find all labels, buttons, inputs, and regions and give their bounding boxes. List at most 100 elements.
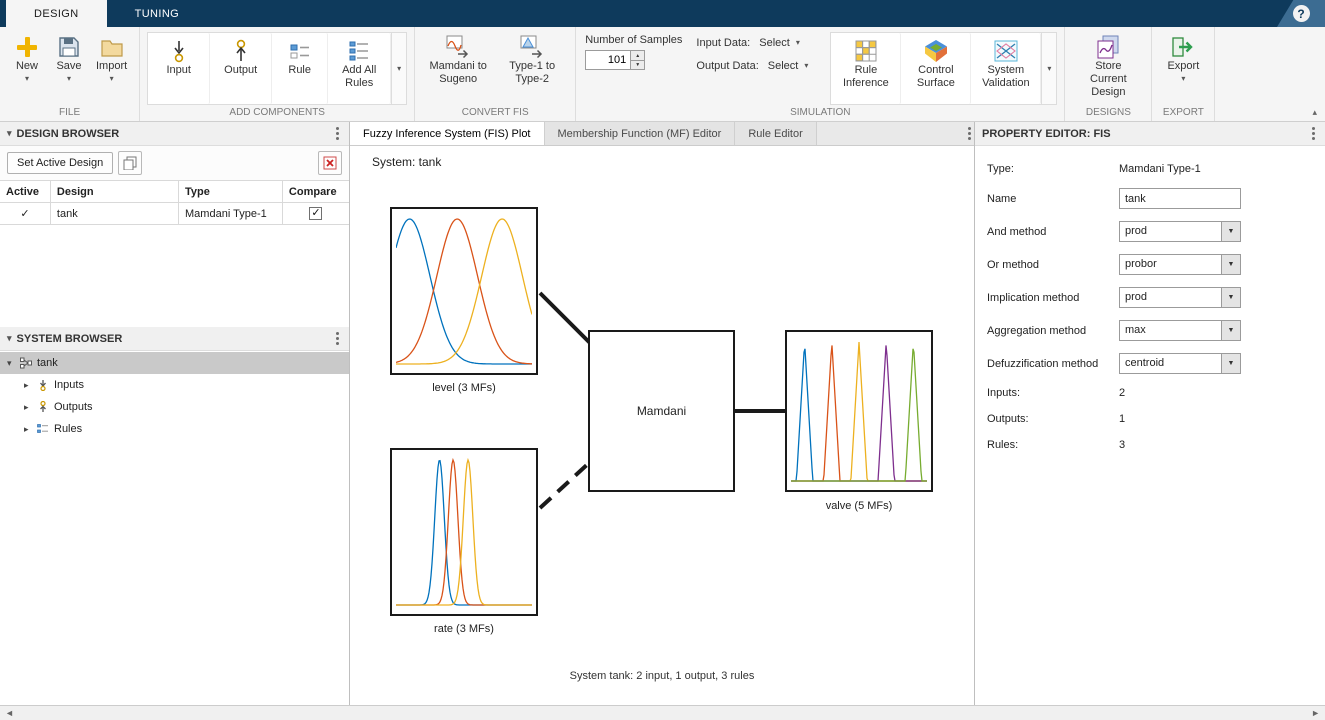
mamdani-to-sugeno-button[interactable]: Mamdani to Sugeno — [422, 32, 494, 87]
scroll-left-icon[interactable]: ◄ — [5, 709, 14, 718]
connector-rate-to-mamdani[interactable] — [540, 462, 590, 508]
export-button[interactable]: Export ▾ — [1159, 32, 1207, 85]
rule-inference-button[interactable]: Rule Inference — [831, 33, 901, 104]
save-button[interactable]: Save ▾ — [49, 32, 89, 85]
export-icon — [1170, 33, 1196, 60]
tab-rule-editor[interactable]: Rule Editor — [735, 122, 816, 145]
connector-level-to-mamdani[interactable] — [540, 293, 592, 345]
implication-method-dropdown-arrow-icon[interactable]: ▼ — [1222, 287, 1241, 308]
output-data-caret-icon: ▾ — [804, 61, 808, 71]
add-components-gallery-caret[interactable]: ▾ — [391, 33, 406, 104]
control-surface-button[interactable]: Control Surface — [901, 33, 971, 104]
valve-caption: valve (5 MFs) — [785, 500, 933, 512]
system-browser-menu-icon[interactable] — [333, 330, 342, 347]
inputs-count-value: 2 — [1119, 387, 1125, 399]
tab-tuning[interactable]: TUNING — [107, 0, 208, 27]
design-browser-collapse-icon[interactable]: ▾ — [7, 128, 12, 139]
tank-expand-icon[interactable]: ▾ — [7, 358, 15, 369]
system-summary-text: System tank: 2 input, 1 output, 3 rules — [350, 670, 974, 682]
add-input-icon — [167, 37, 191, 64]
property-row-inputs: Inputs: 2 — [987, 380, 1313, 406]
simulation-data-group: Input Data: Select ▾ Output Data: Select… — [690, 32, 822, 73]
input-data-dropdown[interactable]: Select ▾ — [755, 36, 804, 50]
design-browser-header: ▾ DESIGN BROWSER — [0, 122, 349, 146]
tree-item-tank[interactable]: ▾ tank — [0, 352, 349, 374]
output-block-valve[interactable] — [785, 330, 933, 492]
compare-checkbox[interactable]: ✓ — [309, 207, 322, 220]
input-block-rate[interactable] — [390, 448, 538, 616]
add-input-button[interactable]: Input — [148, 33, 210, 104]
and-method-dropdown-arrow-icon[interactable]: ▼ — [1222, 221, 1241, 242]
samples-spinner-up[interactable]: ▲ — [631, 50, 645, 60]
export-caret-icon: ▾ — [1181, 74, 1185, 84]
column-header-design[interactable]: Design — [50, 181, 178, 203]
implication-method-dropdown[interactable]: prod ▼ — [1119, 287, 1241, 308]
tree-item-inputs[interactable]: ▸ Inputs — [0, 374, 349, 396]
fis-name-input[interactable] — [1119, 188, 1241, 209]
aggregation-method-dropdown-arrow-icon[interactable]: ▼ — [1222, 320, 1241, 341]
tab-fis-plot[interactable]: Fuzzy Inference System (FIS) Plot — [350, 122, 545, 145]
system-browser-collapse-icon[interactable]: ▾ — [7, 333, 12, 344]
import-button[interactable]: Import ▾ — [91, 32, 132, 85]
number-of-samples-input[interactable] — [585, 50, 631, 70]
analysis-gallery-caret[interactable]: ▾ — [1041, 33, 1056, 104]
new-icon — [15, 33, 39, 60]
tab-mf-editor[interactable]: Membership Function (MF) Editor — [545, 122, 736, 145]
add-rule-icon — [288, 37, 312, 64]
design-table-row-tank[interactable]: ✓ tank Mamdani Type-1 ✓ — [0, 203, 349, 225]
column-header-type[interactable]: Type — [179, 181, 283, 203]
defuzzification-method-dropdown-arrow-icon[interactable]: ▼ — [1222, 353, 1241, 374]
delete-icon — [323, 156, 337, 170]
inputs-icon — [37, 379, 49, 391]
help-button[interactable]: ? — [1277, 0, 1325, 27]
center-panel: Fuzzy Inference System (FIS) Plot Member… — [350, 122, 975, 705]
add-output-button[interactable]: Output — [210, 33, 272, 104]
input-block-level[interactable] — [390, 207, 538, 375]
design-browser-table: Active Design Type Compare ✓ tank Mamdan… — [0, 180, 349, 327]
property-row-aggregation-method: Aggregation method max ▼ — [987, 314, 1313, 347]
property-row-type: Type: Mamdani Type-1 — [987, 156, 1313, 182]
store-current-design-button[interactable]: Store Current Design — [1072, 32, 1144, 100]
system-validation-button[interactable]: System Validation — [971, 33, 1041, 104]
column-header-active[interactable]: Active — [0, 181, 50, 203]
fis-type-value: Mamdani Type-1 — [1119, 163, 1201, 175]
collapse-toolstrip-icon[interactable]: ▴ — [1312, 107, 1317, 118]
set-active-design-button[interactable]: Set Active Design — [7, 152, 113, 174]
document-tabs-menu-icon[interactable] — [965, 125, 974, 142]
rules-expand-icon[interactable]: ▸ — [24, 424, 32, 435]
fuzzy-logic-designer-window: DESIGN TUNING ? New ▾ Sav — [0, 0, 1325, 720]
save-caret-icon: ▾ — [67, 74, 71, 84]
tab-design[interactable]: DESIGN — [6, 0, 107, 27]
design-table-header-row: Active Design Type Compare — [0, 181, 349, 203]
main-area: ▾ DESIGN BROWSER Set Active Design — [0, 122, 1325, 705]
samples-spinner-down[interactable]: ▼ — [631, 60, 645, 70]
tree-item-outputs[interactable]: ▸ Outputs — [0, 396, 349, 418]
add-all-rules-button[interactable]: Add All Rules — [328, 33, 391, 104]
aggregation-method-dropdown[interactable]: max ▼ — [1119, 320, 1241, 341]
new-button[interactable]: New ▾ — [7, 32, 47, 85]
and-method-dropdown[interactable]: prod ▼ — [1119, 221, 1241, 242]
column-header-compare[interactable]: Compare — [282, 181, 349, 203]
bottom-scroll-strip: ◄ ► — [0, 705, 1325, 720]
outputs-count-value: 1 — [1119, 413, 1125, 425]
type1-to-type2-button[interactable]: Type-1 to Type-2 — [496, 32, 568, 87]
or-method-dropdown[interactable]: probor ▼ — [1119, 254, 1241, 275]
simulation-section: Number of Samples ▲ ▼ Input Data: Select — [576, 27, 1065, 121]
delete-design-button[interactable] — [318, 151, 342, 175]
number-of-samples-label: Number of Samples — [585, 34, 682, 46]
outputs-expand-icon[interactable]: ▸ — [24, 402, 32, 413]
mamdani-block[interactable]: Mamdani — [588, 330, 735, 492]
defuzzification-method-dropdown[interactable]: centroid ▼ — [1119, 353, 1241, 374]
add-rule-button[interactable]: Rule — [272, 33, 328, 104]
scroll-right-icon[interactable]: ► — [1311, 709, 1320, 718]
tree-item-rules[interactable]: ▸ Rules — [0, 418, 349, 440]
property-editor-menu-icon[interactable] — [1309, 125, 1318, 142]
or-method-dropdown-arrow-icon[interactable]: ▼ — [1222, 254, 1241, 275]
design-browser-menu-icon[interactable] — [333, 125, 342, 142]
analysis-gallery: Rule Inference Control Surface System Va… — [830, 32, 1057, 105]
document-tabs: Fuzzy Inference System (FIS) Plot Member… — [350, 122, 974, 146]
copy-design-button[interactable] — [118, 151, 142, 175]
output-data-dropdown[interactable]: Select ▾ — [764, 59, 813, 73]
inputs-expand-icon[interactable]: ▸ — [24, 380, 32, 391]
design-browser-title: DESIGN BROWSER — [17, 128, 120, 140]
